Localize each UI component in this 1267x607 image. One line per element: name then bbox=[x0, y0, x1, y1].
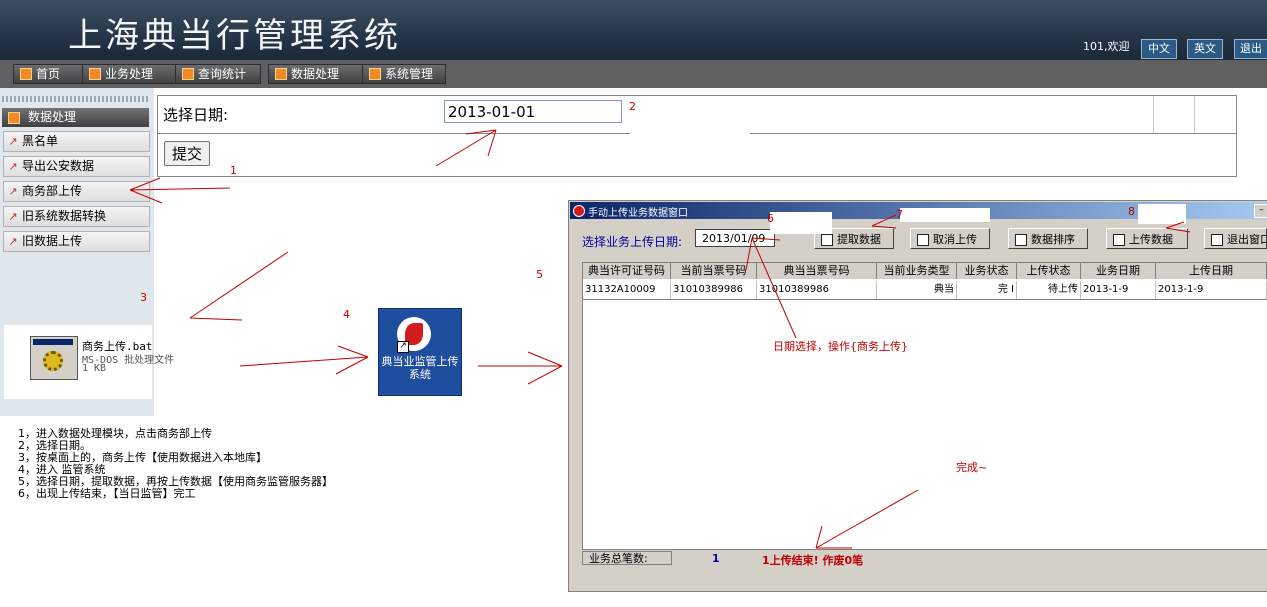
annotation-arrows bbox=[129, 129, 1191, 549]
